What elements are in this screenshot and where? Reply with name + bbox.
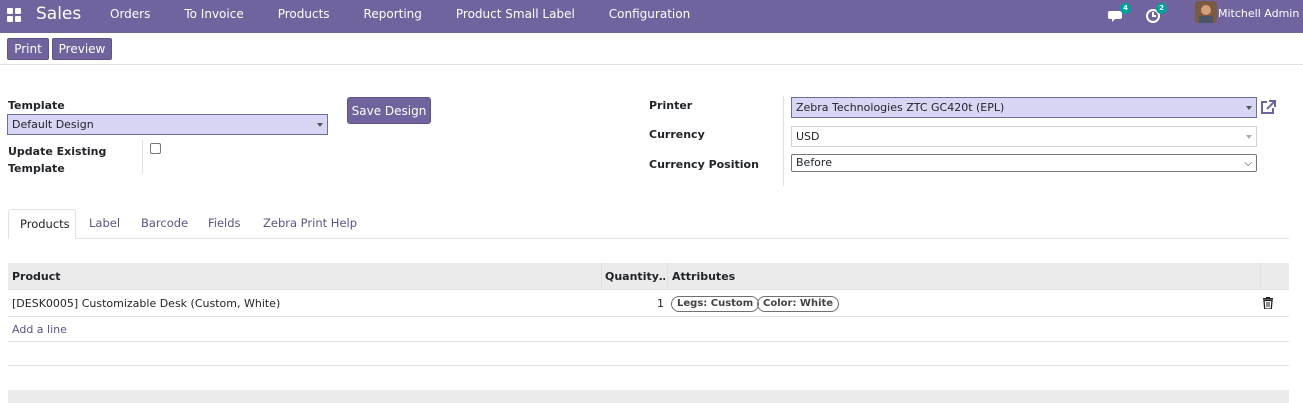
menu-item-products[interactable]: Products	[278, 0, 346, 33]
notebook-tabs: Products Label Barcode Fields Zebra Prin…	[8, 209, 1289, 239]
template-label: Template	[8, 99, 65, 112]
column-header-attributes[interactable]: Attributes	[672, 263, 735, 290]
column-header-quantity[interactable]: Quantity…	[605, 263, 665, 290]
apps-grid-icon[interactable]	[7, 8, 21, 22]
systray: 4 2 Mitchell Admin	[1103, 0, 1303, 33]
currency-position-label: Currency Position	[649, 158, 759, 171]
menu-item-to-invoice[interactable]: To Invoice	[184, 0, 259, 33]
currency-label: Currency	[649, 128, 705, 141]
column-divider	[667, 263, 668, 290]
tab-fields[interactable]: Fields	[197, 209, 252, 239]
table-row[interactable]: [DESK0005] Customizable Desk (Custom, Wh…	[8, 291, 1289, 317]
quantity-cell[interactable]: 1	[608, 291, 664, 316]
printer-select[interactable]: Zebra Technologies ZTC GC420t (EPL)	[791, 97, 1257, 118]
column-divider	[601, 263, 602, 290]
menu-item-orders[interactable]: Orders	[110, 0, 166, 33]
printer-value: Zebra Technologies ZTC GC420t (EPL)	[796, 101, 1005, 114]
top-navbar: Sales Orders To Invoice Products Reporti…	[0, 0, 1303, 33]
activities-badge: 2	[1156, 3, 1167, 14]
column-divider	[1260, 263, 1261, 290]
add-line-row: Add a line	[8, 317, 1289, 342]
table-footer	[8, 390, 1289, 403]
caret-down-icon	[1246, 135, 1252, 139]
trash-icon[interactable]	[1263, 297, 1273, 309]
chevron-down-icon: ⌵	[1244, 158, 1252, 169]
preview-button[interactable]: Preview	[52, 38, 112, 60]
currency-position-select[interactable]: Before ⌵	[791, 154, 1257, 172]
external-link-icon[interactable]	[1259, 99, 1277, 116]
printer-label: Printer	[649, 99, 693, 112]
template-select[interactable]: Default Design	[7, 114, 328, 135]
currency-value: USD	[796, 130, 820, 143]
main-menu: Orders To Invoice Products Reporting Pro…	[110, 0, 724, 33]
product-cell[interactable]: [DESK0005] Customizable Desk (Custom, Wh…	[12, 291, 280, 316]
update-existing-checkbox[interactable]	[150, 143, 161, 154]
template-value: Default Design	[12, 118, 94, 131]
save-design-button[interactable]: Save Design	[347, 97, 431, 124]
update-existing-label: Update Existing Template	[8, 143, 106, 177]
attribute-tag: Legs: Custom	[671, 296, 760, 312]
add-line-link[interactable]: Add a line	[12, 317, 67, 342]
attribute-tag: Color: White	[757, 296, 840, 312]
table-header: Product Quantity… Attributes	[8, 263, 1289, 290]
caret-down-icon	[317, 123, 323, 127]
menu-item-product-small-label[interactable]: Product Small Label	[456, 0, 591, 33]
app-brand[interactable]: Sales	[36, 4, 81, 24]
menu-item-configuration[interactable]: Configuration	[609, 0, 706, 33]
column-header-product[interactable]: Product	[12, 263, 61, 290]
avatar-image	[1195, 1, 1217, 23]
update-existing-label-line2: Template	[8, 162, 65, 175]
currency-select[interactable]: USD	[791, 126, 1257, 147]
messages-badge: 4	[1120, 3, 1131, 14]
tab-barcode[interactable]: Barcode	[130, 209, 199, 239]
empty-row	[8, 342, 1289, 366]
currency-position-value: Before	[796, 156, 832, 169]
divider	[783, 96, 784, 186]
update-existing-label-line1: Update Existing	[8, 145, 107, 158]
caret-down-icon	[1246, 106, 1252, 110]
tab-products[interactable]: Products	[8, 209, 76, 239]
tab-zebra-print-help[interactable]: Zebra Print Help	[252, 209, 368, 239]
avatar[interactable]	[1195, 1, 1217, 23]
user-name[interactable]: Mitchell Admin	[1218, 7, 1299, 20]
tab-label[interactable]: Label	[78, 209, 131, 239]
menu-item-reporting[interactable]: Reporting	[364, 0, 438, 33]
divider	[142, 140, 143, 174]
control-panel: Print Preview	[0, 33, 1303, 65]
print-button[interactable]: Print	[7, 38, 49, 60]
